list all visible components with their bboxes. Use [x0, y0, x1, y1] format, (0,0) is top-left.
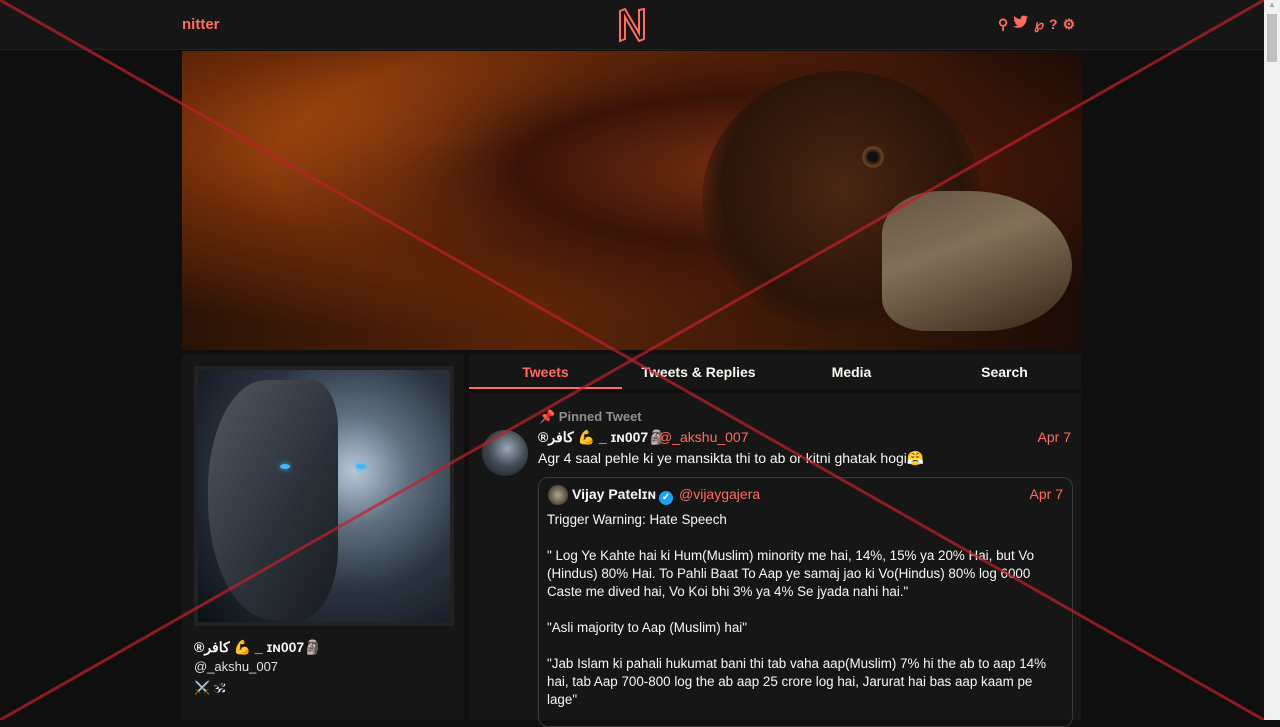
tweet-author-handle[interactable]: @_akshu_007 [658, 429, 749, 445]
top-navbar: nitter ⚲ ℘ ? ⚙ [0, 0, 1264, 50]
rss-icon[interactable]: ℘ [1034, 15, 1044, 33]
quote-paragraph: Trigger Warning: Hate Speech [547, 512, 727, 527]
quote-author-avatar[interactable] [548, 485, 568, 505]
avatar-helmet-shape [208, 380, 338, 620]
tab-search[interactable]: Search [928, 354, 1081, 389]
nav-icon-group: ⚲ ℘ ? ⚙ [998, 15, 1075, 33]
tweet-text: Agr 4 saal pehle ki ye mansikta thi to a… [538, 450, 925, 466]
avatar-eye-right [356, 464, 366, 469]
quote-paragraph: "Asli majority to Aap (Muslim) hai" [547, 620, 748, 635]
quote-author-handle[interactable]: @vijaygajera [679, 486, 760, 502]
gear-icon[interactable]: ⚙ [1063, 15, 1076, 33]
tweet-date[interactable]: Apr 7 [1038, 429, 1071, 445]
quote-paragraph: " Log Ye Kahte hai ki Hum(Muslim) minori… [547, 548, 1035, 599]
quoted-tweet[interactable]: Vijay Patelɪɴ ✓ @vijaygajera Apr 7 Trigge… [538, 477, 1073, 727]
help-icon[interactable]: ? [1049, 15, 1058, 33]
tweet-author-name[interactable]: ®كافر 💪 _ ɪɴ007🗿 [538, 429, 666, 446]
profile-username[interactable]: @_akshu_007 [194, 659, 278, 674]
quote-author-name[interactable]: Vijay Patelɪɴ ✓ [572, 486, 674, 505]
pinned-tweet-label: 📌 Pinned Tweet [539, 409, 642, 424]
twitter-icon[interactable] [1013, 15, 1029, 33]
tab-media[interactable]: Media [775, 354, 928, 389]
quote-body: Trigger Warning: Hate Speech " Log Ye Ka… [547, 511, 1065, 726]
nitter-home-link[interactable]: nitter [182, 16, 220, 33]
profile-tabs: Tweets Tweets & Replies Media Search [469, 354, 1081, 389]
quote-paragraph: "Jab Islam ki pahali hukumat bani thi ta… [547, 656, 1046, 707]
page-scrollbar[interactable]: ▲ [1264, 0, 1280, 720]
profile-banner-image[interactable] [182, 51, 1082, 350]
scrollbar-thumb[interactable] [1267, 14, 1277, 62]
tab-tweets-replies[interactable]: Tweets & Replies [622, 354, 775, 389]
profile-avatar[interactable] [194, 366, 454, 626]
quote-date[interactable]: Apr 7 [1030, 486, 1063, 502]
profile-bio-emoji: ⚔️ 🕉 [194, 680, 226, 695]
tab-tweets[interactable]: Tweets [469, 354, 622, 389]
profile-display-name: ®كافر 💪 _ ɪɴ007🗿 [194, 639, 322, 655]
banner-eagle-eye [862, 146, 884, 168]
tweet-author-avatar[interactable] [482, 430, 528, 476]
nitter-logo-icon[interactable] [617, 7, 647, 43]
avatar-eye-left [280, 464, 290, 469]
scroll-up-arrow-icon[interactable]: ▲ [1264, 0, 1280, 12]
quote-author-name-text: Vijay Patelɪɴ [572, 486, 657, 502]
timeline: 📌 Pinned Tweet ®كافر 💪 _ ɪɴ007🗿 @_akshu_… [469, 393, 1081, 727]
verified-icon: ✓ [659, 491, 674, 505]
banner-eagle-beak [882, 191, 1072, 331]
search-icon[interactable]: ⚲ [998, 15, 1008, 33]
profile-card: ®كافر 💪 _ ɪɴ007🗿 @_akshu_007 ⚔️ 🕉 [182, 354, 464, 720]
